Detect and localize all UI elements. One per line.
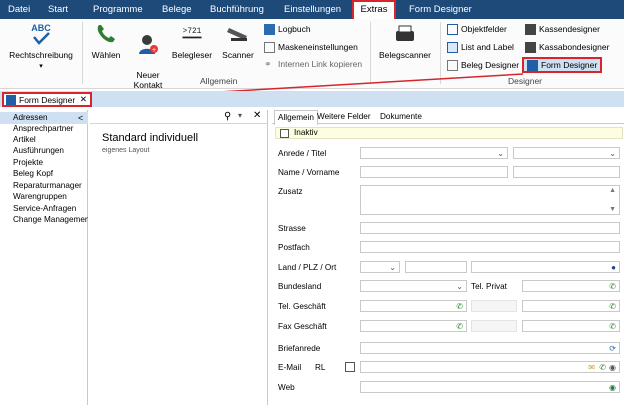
- rl-checkbox[interactable]: [345, 362, 355, 372]
- nav-item-change-management[interactable]: Change Managemen: [13, 215, 88, 225]
- layout-title[interactable]: Standard individuell: [102, 132, 198, 144]
- document-tab-strip: [0, 91, 624, 107]
- land-label: Land / PLZ / Ort: [278, 263, 337, 272]
- fax-extra-input[interactable]: [471, 320, 517, 332]
- briefanrede-input[interactable]: ⟳: [360, 342, 620, 354]
- map-pin-icon[interactable]: ●: [611, 263, 616, 272]
- phone-icon[interactable]: ✆: [456, 322, 463, 331]
- nav-item-projekte[interactable]: Projekte: [13, 158, 43, 168]
- address-form: Allgemein Weitere Felder Dokumente Inakt…: [272, 110, 624, 405]
- nav-item-service-anfragen[interactable]: Service-Anfragen: [13, 204, 76, 214]
- postfach-label: Postfach: [278, 243, 310, 252]
- form-designer-tab-label: Form Designer: [19, 94, 76, 105]
- clear-icon[interactable]: ✕: [253, 110, 261, 121]
- mail-icon[interactable]: ✉: [588, 363, 595, 372]
- tel-privat-input[interactable]: ✆: [522, 280, 620, 292]
- tel-geschaeft-label: Tel. Geschäft: [278, 302, 326, 311]
- chevron-down-icon[interactable]: ▾: [238, 111, 242, 120]
- email-label: E-Mail: [278, 363, 302, 372]
- rl-label: RL: [315, 363, 326, 372]
- titel-select[interactable]: ⌄: [513, 147, 620, 159]
- ort-input[interactable]: ●: [471, 261, 620, 273]
- email-input[interactable]: ✉ ✆ ◉: [360, 361, 620, 373]
- bundesland-select[interactable]: ⌄: [360, 280, 467, 292]
- form-designer-tab-icon: [6, 94, 16, 105]
- postfach-input[interactable]: [360, 241, 620, 253]
- phone-icon[interactable]: ✆: [609, 282, 616, 291]
- scroll-up-icon[interactable]: ▲: [609, 187, 616, 194]
- name-label: Name / Vorname: [278, 168, 340, 177]
- strasse-label: Strasse: [278, 224, 306, 233]
- form-designer-tab[interactable]: Form Designer ✕: [2, 92, 92, 107]
- layout-subtitle: eigenes Layout: [102, 147, 150, 154]
- search-icon[interactable]: ⚲: [224, 111, 231, 122]
- anrede-select[interactable]: ⌄: [360, 147, 508, 159]
- fax-privat-input[interactable]: ✆: [522, 320, 620, 332]
- inaktiv-bar: Inaktiv: [275, 127, 623, 139]
- zusatz-label: Zusatz: [278, 187, 303, 196]
- web-input[interactable]: ◉: [360, 381, 620, 393]
- tab-weitere-felder[interactable]: Weitere Felder: [317, 112, 371, 121]
- tab-allgemein[interactable]: Allgemein: [274, 110, 318, 125]
- fax-geschaeft-label: Fax Geschäft: [278, 322, 327, 331]
- tel-geschaeft-input[interactable]: ✆: [360, 300, 467, 312]
- anrede-label: Anrede / Titel: [278, 149, 327, 158]
- strasse-input[interactable]: [360, 222, 620, 234]
- fax-geschaeft-input[interactable]: ✆: [360, 320, 467, 332]
- close-icon[interactable]: ✕: [80, 94, 87, 105]
- refresh-icon[interactable]: ⟳: [609, 344, 616, 353]
- tel-privat-label: Tel. Privat: [471, 282, 507, 291]
- chevron-down-icon: ⌄: [456, 282, 463, 291]
- globe-icon[interactable]: ◉: [609, 363, 616, 372]
- nav-item-reparaturmanager[interactable]: Reparaturmanager: [13, 181, 82, 191]
- nav-item-adressen[interactable]: Adressen: [13, 113, 48, 123]
- tel-mobil-input[interactable]: ✆: [522, 300, 620, 312]
- chevron-down-icon: ⌄: [609, 149, 616, 158]
- plz-input[interactable]: [405, 261, 467, 273]
- nav-item-ansprechpartner[interactable]: Ansprechpartner: [13, 124, 74, 134]
- chevron-down-icon: ⌄: [389, 263, 396, 272]
- tab-dokumente[interactable]: Dokumente: [380, 112, 422, 121]
- phone-icon[interactable]: ✆: [599, 363, 606, 372]
- land-select[interactable]: ⌄: [360, 261, 400, 273]
- collapse-icon[interactable]: <: [78, 113, 83, 123]
- layout-search-bar[interactable]: ⚲ ▾ ✕: [90, 110, 268, 124]
- tel-geschaeft-extra-input[interactable]: [471, 300, 517, 312]
- zusatz-textarea[interactable]: ▲ ▼: [360, 185, 620, 215]
- inaktiv-checkbox[interactable]: [280, 129, 289, 138]
- phone-icon[interactable]: ✆: [456, 302, 463, 311]
- phone-icon[interactable]: ✆: [609, 302, 616, 311]
- name-input[interactable]: [360, 166, 508, 178]
- briefanrede-label: Briefanrede: [278, 344, 321, 353]
- globe-icon[interactable]: ◉: [609, 383, 616, 392]
- nav-item-beleg-kopf[interactable]: Beleg Kopf: [13, 169, 53, 179]
- bundesland-label: Bundesland: [278, 282, 322, 291]
- nav-item-ausfuehrungen[interactable]: Ausführungen: [13, 146, 64, 156]
- entity-nav: Adressen < Ansprechpartner Artikel Ausfü…: [0, 110, 88, 405]
- inaktiv-label: Inaktiv: [294, 128, 318, 137]
- vorname-input[interactable]: [513, 166, 620, 178]
- web-label: Web: [278, 383, 295, 392]
- layout-list-panel: ⚲ ▾ ✕ Standard individuell eigenes Layou…: [90, 110, 268, 405]
- scroll-down-icon[interactable]: ▼: [609, 206, 616, 213]
- phone-icon[interactable]: ✆: [609, 322, 616, 331]
- nav-item-artikel[interactable]: Artikel: [13, 135, 36, 145]
- chevron-down-icon: ⌄: [497, 149, 504, 158]
- nav-item-warengruppen[interactable]: Warengruppen: [13, 192, 67, 202]
